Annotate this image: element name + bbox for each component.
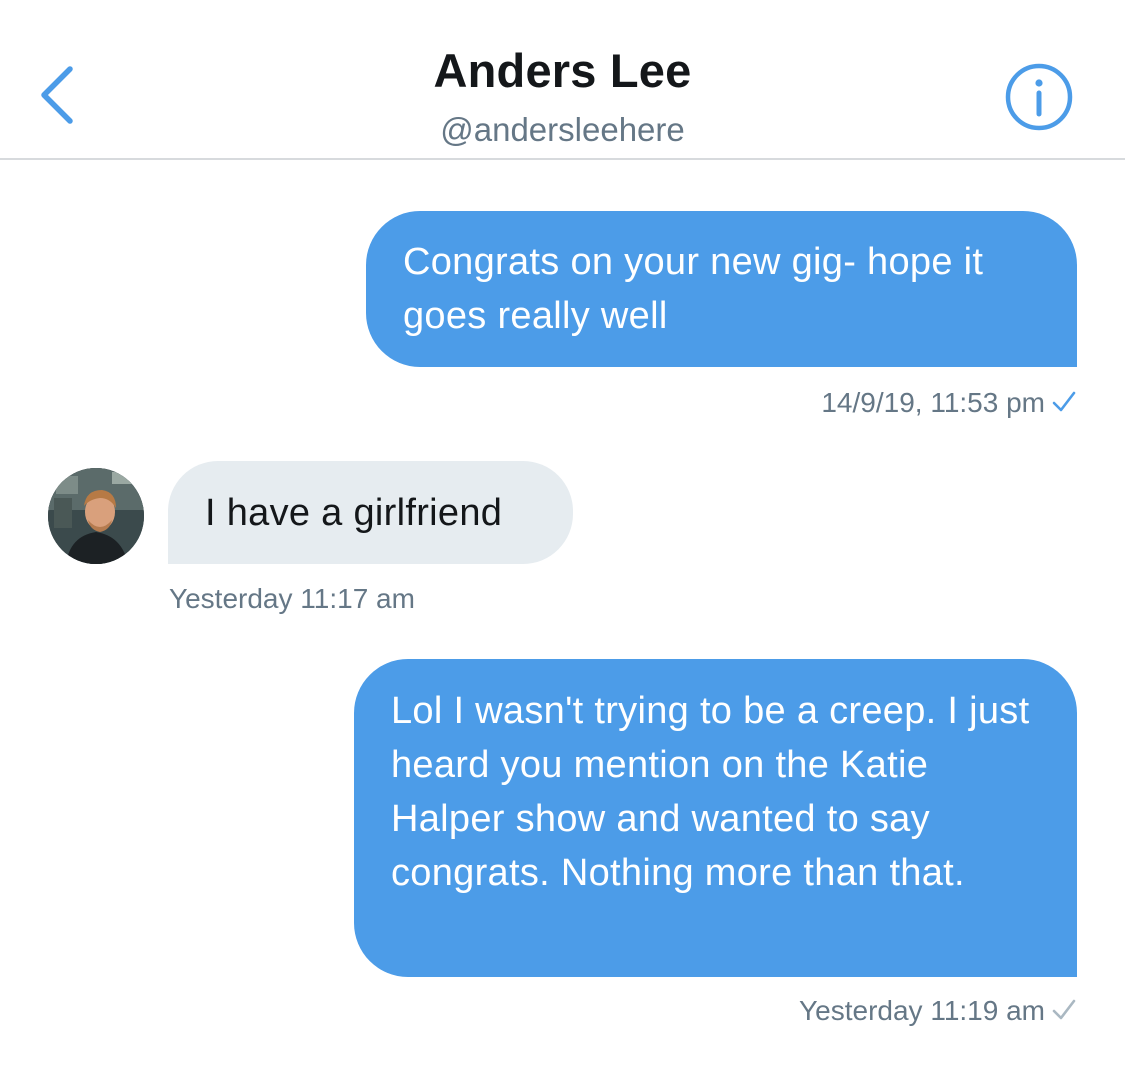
- message-bubble-outgoing[interactable]: Congrats on your new gig- hope it goes r…: [366, 211, 1077, 367]
- message-meta: 14/9/19, 11:53 pm: [821, 385, 1077, 421]
- message-meta: Yesterday 11:17 am: [169, 581, 415, 617]
- message-timestamp: 14/9/19, 11:53 pm: [821, 387, 1045, 418]
- message-meta: Yesterday 11:19 am: [799, 993, 1077, 1029]
- message-timestamp: Yesterday 11:17 am: [169, 583, 415, 614]
- avatar-image: [48, 468, 144, 564]
- checkmark-icon: [1052, 999, 1076, 1020]
- message-bubble-incoming[interactable]: I have a girlfriend: [168, 461, 573, 564]
- avatar[interactable]: [48, 468, 144, 564]
- back-button[interactable]: [30, 55, 90, 135]
- contact-handle: @andersleehere: [440, 111, 685, 148]
- checkmark-icon: [1052, 391, 1076, 412]
- contact-name: Anders Lee: [433, 44, 692, 97]
- info-button[interactable]: [1004, 62, 1074, 132]
- message-bubble-outgoing[interactable]: Lol I wasn't trying to be a creep. I jus…: [354, 659, 1077, 977]
- conversation-title: Anders Lee @andersleehere: [0, 40, 1125, 154]
- message-text: I have a girlfriend: [205, 492, 503, 534]
- conversation-header: Anders Lee @andersleehere: [0, 0, 1125, 160]
- message-timestamp: Yesterday 11:19 am: [799, 995, 1045, 1026]
- message-text: Congrats on your new gig- hope it goes r…: [403, 241, 984, 337]
- message-text: Lol I wasn't trying to be a creep. I jus…: [391, 690, 1030, 894]
- chevron-left-icon: [41, 66, 73, 124]
- info-icon: [1005, 63, 1073, 131]
